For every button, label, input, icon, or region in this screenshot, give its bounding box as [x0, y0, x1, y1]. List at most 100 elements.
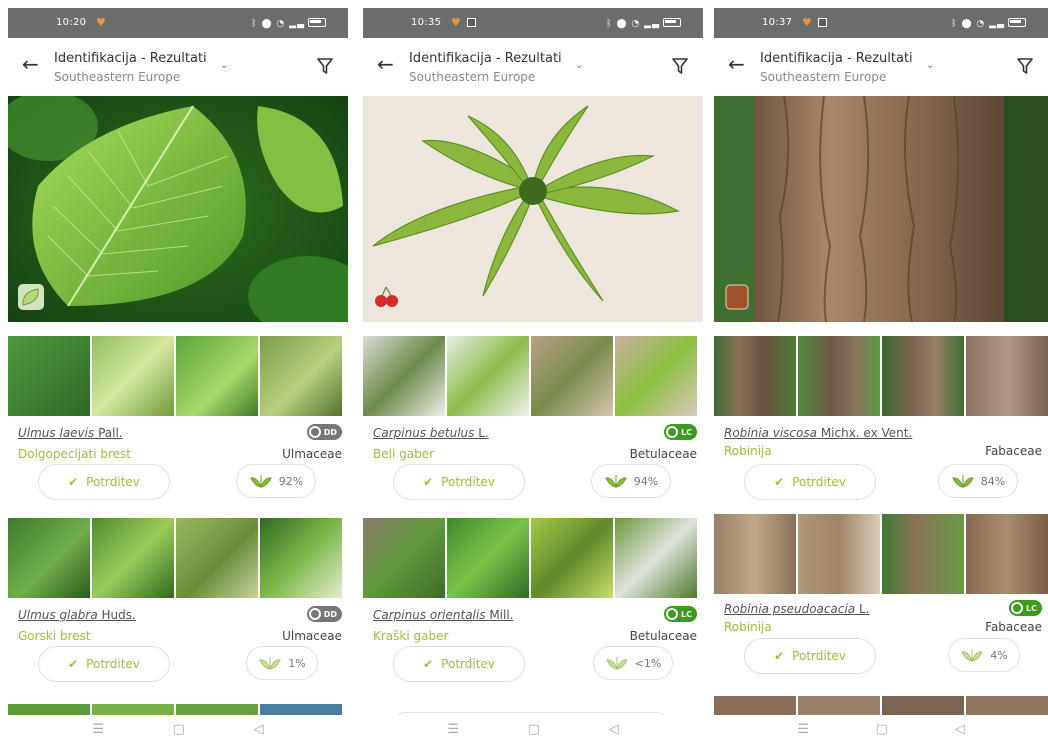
result-photos[interactable] [8, 518, 348, 598]
status-badge: LC [1009, 600, 1042, 616]
result-card[interactable]: Ulmus glabra Huds. DD Gorski brest Ulmac… [8, 604, 348, 704]
result-photo[interactable] [260, 518, 342, 598]
back-arrow-icon[interactable]: ← [728, 52, 745, 76]
result-photo[interactable] [966, 336, 1048, 416]
result-photos[interactable] [363, 518, 703, 598]
region-selector[interactable]: Southeastern Europe [409, 70, 535, 84]
confirm-label: Potrditev [86, 657, 140, 671]
family-name: Ulmaceae [282, 447, 342, 461]
species-author: Huds. [101, 608, 136, 622]
app-bar: ← Identifikacija - Rezultati Southeaster… [8, 38, 348, 97]
score-value: 4% [990, 648, 1008, 662]
page-title: Identifikacija - Rezultati [760, 51, 913, 66]
common-name: Robinija [724, 620, 772, 634]
species-name: Carpinus betulus [373, 426, 475, 440]
result-photo[interactable] [714, 336, 796, 416]
status-label: DD [323, 609, 337, 619]
home-icon[interactable]: ▢ [528, 722, 540, 737]
score-pill: 4% [948, 638, 1020, 672]
back-arrow-icon[interactable]: ← [22, 52, 39, 76]
result-photo[interactable] [8, 336, 90, 416]
recent-apps-icon[interactable]: ☰ [447, 722, 459, 737]
back-arrow-icon[interactable]: ← [377, 52, 394, 76]
result-photo[interactable] [798, 514, 880, 594]
region-selector[interactable]: Southeastern Europe [54, 70, 180, 84]
species-author: Michx. ex Vent. [820, 426, 913, 440]
result-card[interactable]: Robinia pseudoacacia L. LC Robinija Faba… [714, 598, 1048, 698]
iucn-ring-icon [666, 608, 679, 620]
score-pill: <1% [593, 646, 673, 680]
result-photo[interactable] [92, 518, 174, 598]
filter-icon[interactable] [1016, 57, 1034, 75]
result-photo[interactable] [714, 514, 796, 594]
battery-icon [1008, 18, 1026, 27]
confirm-button[interactable]: ✔ Potrditev [393, 464, 525, 500]
chevron-down-icon[interactable]: ⌄ [926, 60, 934, 71]
home-icon[interactable]: ▢ [876, 722, 888, 737]
result-card[interactable]: Ulmus laevis Pall. DD Dolgopecljati bres… [8, 422, 348, 522]
result-photo[interactable] [8, 518, 90, 598]
filter-icon[interactable] [316, 57, 334, 75]
scientific-name[interactable]: Ulmus laevis Pall. [18, 426, 123, 440]
result-photo[interactable] [447, 518, 529, 598]
confirm-button[interactable]: ✔ Potrditev [393, 646, 525, 682]
check-icon: ✔ [68, 657, 79, 671]
result-photos[interactable] [363, 336, 703, 416]
common-name: Robinija [724, 444, 772, 458]
recent-apps-icon[interactable]: ☰ [797, 722, 809, 737]
organ-fruit-icon [375, 286, 398, 307]
plant-score-icon [961, 649, 984, 662]
result-photo[interactable] [882, 336, 964, 416]
check-icon: ✔ [774, 649, 785, 663]
result-photo[interactable] [176, 518, 258, 598]
confirm-label: Potrditev [792, 649, 846, 663]
status-bar: 10:37 ♥ ᛒ ⬤ ◔ ▂▃ [714, 8, 1048, 38]
result-photo[interactable] [798, 336, 880, 416]
phone-screen-1: 10:20 ♥ ᛒ ⬤ ◔ ▂▃ ← Identifikacija - Rezu… [8, 8, 348, 743]
confirm-label: Potrditev [441, 475, 495, 489]
result-photo[interactable] [966, 514, 1048, 594]
scientific-name[interactable]: Ulmus glabra Huds. [18, 608, 136, 622]
chevron-down-icon[interactable]: ⌄ [575, 60, 583, 71]
confirm-button[interactable]: ✔ Potrditev [38, 464, 170, 500]
result-photos[interactable] [8, 336, 348, 416]
result-card[interactable]: Robinia viscosa Michx. ex Vent. Robinija… [714, 422, 1048, 522]
app-bar: ← Identifikacija - Rezultati Southeaster… [714, 38, 1048, 97]
confirm-button[interactable]: ✔ Potrditev [744, 638, 876, 674]
result-photo[interactable] [176, 336, 258, 416]
scientific-name[interactable]: Carpinus betulus L. [373, 426, 489, 440]
result-photo[interactable] [531, 336, 613, 416]
heart-icon: ♥ [802, 16, 812, 29]
notification-icon [818, 18, 827, 27]
result-photo[interactable] [92, 336, 174, 416]
species-name: Ulmus glabra [18, 608, 98, 622]
recent-apps-icon[interactable]: ☰ [92, 722, 104, 737]
result-photo[interactable] [882, 514, 964, 594]
back-nav-icon[interactable]: ◁ [254, 722, 264, 737]
result-photos[interactable] [714, 336, 1048, 416]
scientific-name[interactable]: Robinia viscosa Michx. ex Vent. [724, 426, 912, 440]
result-card[interactable]: Carpinus betulus L. LC Beli gaber Betula… [363, 422, 703, 522]
result-photo[interactable] [363, 336, 445, 416]
result-photo[interactable] [615, 518, 697, 598]
back-nav-icon[interactable]: ◁ [609, 722, 619, 737]
scientific-name[interactable]: Robinia pseudoacacia L. [724, 602, 869, 616]
home-icon[interactable]: ▢ [173, 722, 185, 737]
result-photo[interactable] [363, 518, 445, 598]
result-card[interactable]: Carpinus orientalis Mill. LC Kraški gabe… [363, 604, 703, 704]
scientific-name[interactable]: Carpinus orientalis Mill. [373, 608, 513, 622]
phone-screen-2: 10:35 ♥ ᛒ ⬤ ◔ ▂▃ ← Identifikacija - Rezu… [363, 8, 703, 743]
result-photo[interactable] [447, 336, 529, 416]
species-author: L. [858, 602, 870, 616]
confirm-button[interactable]: ✔ Potrditev [38, 646, 170, 682]
result-photos[interactable] [714, 514, 1048, 594]
region-selector[interactable]: Southeastern Europe [760, 70, 886, 84]
result-photo[interactable] [260, 336, 342, 416]
result-photo[interactable] [531, 518, 613, 598]
family-name: Fabaceae [985, 444, 1042, 458]
chevron-down-icon[interactable]: ⌄ [220, 60, 228, 71]
back-nav-icon[interactable]: ◁ [955, 722, 965, 737]
filter-icon[interactable] [671, 57, 689, 75]
result-photo[interactable] [615, 336, 697, 416]
confirm-button[interactable]: ✔ Potrditev [744, 464, 876, 500]
